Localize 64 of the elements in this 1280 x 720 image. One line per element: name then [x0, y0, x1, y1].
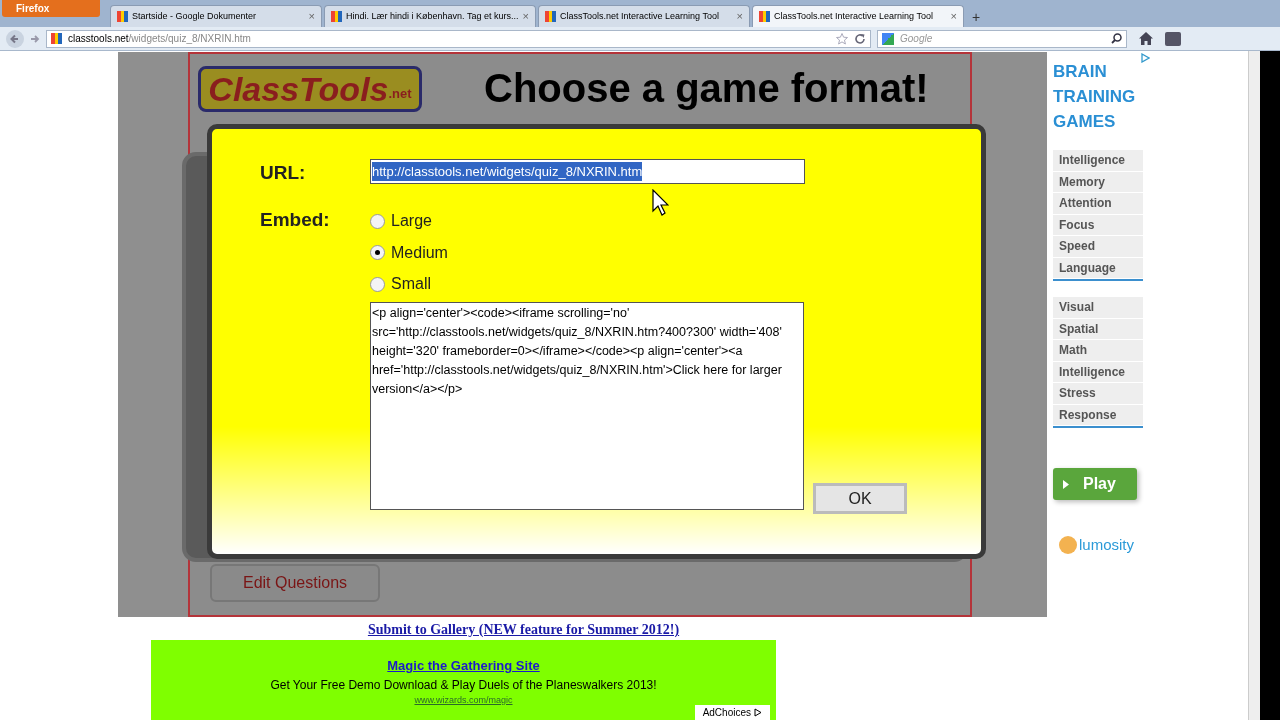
- browser-tab[interactable]: ClassTools.net Interactive Learning Tool ×: [752, 5, 964, 27]
- category-link[interactable]: Spatial: [1053, 318, 1143, 340]
- category-link[interactable]: Math: [1053, 340, 1143, 362]
- category-link[interactable]: Visual: [1053, 297, 1143, 319]
- search-icon[interactable]: [1111, 33, 1122, 44]
- radio-label: Small: [391, 274, 431, 295]
- radio-label: Large: [391, 211, 432, 232]
- lumosity-logo-icon: [1059, 536, 1077, 555]
- ad-choices-icon: [754, 708, 762, 717]
- category-link[interactable]: Attention: [1053, 193, 1143, 215]
- close-icon[interactable]: ×: [522, 8, 529, 25]
- logo: ClassTools.net: [198, 66, 422, 112]
- bookmarks-icon[interactable]: [1165, 31, 1181, 46]
- ad-heading: BRAIN TRAINING GAMES: [1053, 61, 1137, 133]
- url-label: URL:: [260, 161, 307, 185]
- tab-title: Startside - Google Dokumenter: [132, 9, 258, 23]
- browser-tab[interactable]: Startside - Google Dokumenter ×: [110, 5, 322, 27]
- category-link[interactable]: Intelligence: [1053, 150, 1143, 172]
- star-icon[interactable]: [836, 32, 848, 45]
- ad-choices-icon: [1141, 53, 1150, 63]
- category-link[interactable]: Intelligence: [1053, 361, 1143, 383]
- play-icon: [1063, 479, 1069, 489]
- browser-tab[interactable]: Hindi. Lær hindi i København. Tag et kurs... ×: [324, 5, 536, 27]
- address-path: /widgets/quiz_8/NXRIN.htm: [128, 33, 251, 44]
- ad-text: Get Your Free Demo Download & Play Duels of the Planeswalkers 2013!: [270, 676, 657, 694]
- reload-icon[interactable]: [854, 32, 866, 45]
- favicon-icon: [331, 11, 342, 22]
- radio-button[interactable]: [370, 245, 385, 261]
- page-heading: Choose a game format!: [484, 66, 929, 110]
- category-link[interactable]: Focus: [1053, 214, 1143, 236]
- category-link[interactable]: Stress: [1053, 383, 1143, 405]
- mouse-cursor-icon: [652, 189, 669, 216]
- radio-button[interactable]: [370, 213, 385, 229]
- new-tab-button[interactable]: +: [966, 7, 986, 27]
- submit-gallery-link[interactable]: Submit to Gallery (NEW feature for Summer 2012!): [367, 619, 680, 640]
- tab-title: Hindi. Lær hindi i København. Tag et kurs...: [346, 9, 519, 23]
- category-link[interactable]: Language: [1053, 257, 1143, 279]
- tab-title: ClassTools.net Interactive Learning Tool: [774, 9, 934, 23]
- favicon-icon: [117, 11, 128, 22]
- radio-label: Medium: [391, 242, 448, 263]
- browser-tab[interactable]: ClassTools.net Interactive Learning Tool ×: [538, 5, 750, 27]
- close-icon[interactable]: ×: [308, 8, 315, 25]
- ad-url: www.wizards.com/magic: [414, 693, 513, 707]
- category-link[interactable]: Response: [1053, 404, 1143, 426]
- google-icon: [882, 32, 894, 45]
- embed-label: Embed:: [260, 207, 331, 232]
- ad-title-link[interactable]: Magic the Gathering Site: [387, 656, 540, 676]
- favicon-icon: [759, 11, 770, 22]
- back-icon[interactable]: [6, 29, 24, 48]
- favicon-icon: [51, 33, 62, 44]
- category-link[interactable]: Speed: [1053, 236, 1143, 258]
- favicon-icon: [545, 11, 556, 22]
- category-link[interactable]: Memory: [1053, 171, 1143, 193]
- close-icon[interactable]: ×: [736, 8, 743, 25]
- url-field[interactable]: http://classtools.net/widgets/quiz_8/NXRIN.htm: [370, 159, 805, 184]
- tab-title: ClassTools.net Interactive Learning Tool: [560, 9, 720, 23]
- brand-name: lumosity: [1079, 535, 1134, 555]
- address-domain: classtools.net: [68, 33, 129, 44]
- address-bar[interactable]: classtools.net/widgets/quiz_8/NXRIN.htm: [46, 29, 871, 48]
- embed-code-field[interactable]: <p align='center'><code><iframe scrolling='no' src='http://classtools.net/widgets/quiz_8/NXRIN.htm?400?300' width='408' height='320' frameborder=0></iframe></code><p align='center'><a href='http://classtools.net/widgets/quiz_8/NXRIN.htm'>Click here for larger version</a></p>: [370, 302, 804, 510]
- ok-button[interactable]: OK: [813, 483, 907, 514]
- close-icon[interactable]: ×: [950, 8, 957, 25]
- radio-button[interactable]: [370, 276, 385, 292]
- home-icon[interactable]: [1139, 32, 1153, 45]
